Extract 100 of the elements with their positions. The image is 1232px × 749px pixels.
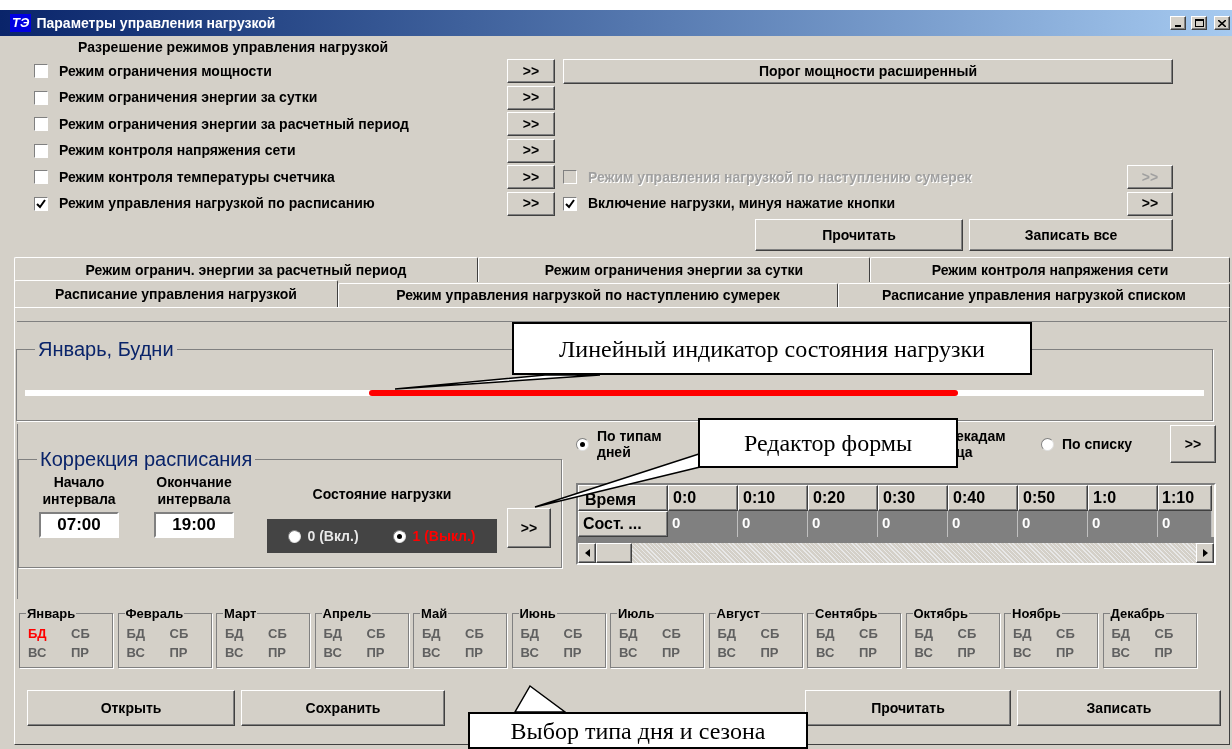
more-button[interactable]: >> bbox=[507, 59, 555, 84]
more-button[interactable]: >> bbox=[1170, 425, 1216, 463]
day-type[interactable]: ПР bbox=[1154, 642, 1190, 662]
checkbox[interactable] bbox=[34, 64, 48, 79]
scroll-right-icon[interactable] bbox=[1196, 543, 1214, 563]
day-type[interactable]: ПР bbox=[71, 642, 106, 662]
scroll-thumb[interactable] bbox=[596, 543, 632, 563]
day-type[interactable]: СБ bbox=[859, 623, 894, 643]
day-type[interactable]: БД bbox=[1013, 623, 1048, 643]
day-type[interactable]: ПР bbox=[859, 642, 894, 662]
table-cell: 0 bbox=[738, 511, 808, 537]
checkbox[interactable] bbox=[34, 170, 48, 185]
day-type[interactable]: ВС bbox=[126, 642, 162, 662]
maximize-icon[interactable] bbox=[1191, 16, 1207, 30]
day-type[interactable]: БД bbox=[323, 623, 359, 643]
day-type[interactable]: ПР bbox=[662, 642, 697, 662]
radio-button[interactable] bbox=[393, 529, 407, 543]
day-type[interactable]: ПР bbox=[563, 642, 599, 662]
checkbox[interactable] bbox=[34, 117, 48, 132]
month-title: Сентябрь bbox=[814, 605, 879, 623]
day-type[interactable]: БД bbox=[914, 623, 950, 643]
day-type[interactable]: СБ bbox=[662, 623, 697, 643]
checkbox[interactable] bbox=[34, 143, 48, 158]
table-cell: 0 bbox=[1088, 511, 1158, 537]
day-type[interactable]: ПР bbox=[1056, 642, 1091, 662]
day-type[interactable]: БД bbox=[619, 623, 654, 643]
day-type[interactable]: СБ bbox=[268, 623, 303, 643]
day-type[interactable]: ПР bbox=[957, 642, 993, 662]
day-type[interactable]: ВС bbox=[1013, 642, 1048, 662]
more-button[interactable]: >> bbox=[507, 191, 555, 216]
time-field[interactable]: 07:00 bbox=[39, 512, 119, 538]
write-button[interactable]: Записать bbox=[1017, 690, 1221, 726]
day-type[interactable]: ВС bbox=[914, 642, 950, 662]
day-type[interactable]: ПР bbox=[268, 642, 303, 662]
day-type[interactable]: БД bbox=[816, 623, 851, 643]
tab[interactable]: Режим огранич. энергии за расчетный период bbox=[14, 257, 478, 282]
more-button[interactable]: >> bbox=[1127, 191, 1173, 216]
month-title: Август bbox=[715, 605, 761, 623]
minimize-icon[interactable] bbox=[1170, 16, 1186, 30]
scroll-left-icon[interactable] bbox=[578, 543, 596, 563]
day-type[interactable]: ВС bbox=[323, 642, 359, 662]
horizontal-scrollbar[interactable] bbox=[578, 543, 1214, 563]
day-type[interactable]: ВС bbox=[520, 642, 556, 662]
month-title: Май bbox=[420, 605, 449, 623]
checkbox[interactable] bbox=[34, 196, 48, 211]
radio-button[interactable] bbox=[288, 529, 302, 543]
day-type[interactable]: СБ bbox=[169, 623, 205, 643]
tab[interactable]: Режим управления нагрузкой по наступлению сумерек bbox=[338, 283, 838, 307]
day-type[interactable]: ПР bbox=[760, 642, 796, 662]
day-type[interactable]: ВС bbox=[816, 642, 851, 662]
open-button[interactable]: Открыть bbox=[27, 690, 235, 726]
day-type[interactable]: ПР bbox=[169, 642, 205, 662]
day-type[interactable]: БД bbox=[225, 623, 260, 643]
day-type[interactable]: СБ bbox=[1154, 623, 1190, 643]
day-type[interactable]: СБ bbox=[465, 623, 500, 643]
tab[interactable]: Расписание управления нагрузкой списком bbox=[838, 283, 1230, 307]
column-header: 0:50 bbox=[1018, 485, 1088, 511]
day-type[interactable]: СБ bbox=[957, 623, 993, 643]
read-button[interactable]: Прочитать bbox=[755, 219, 963, 251]
checkbox[interactable] bbox=[563, 196, 577, 211]
day-type[interactable]: ВС bbox=[225, 642, 260, 662]
column-header: Время bbox=[578, 485, 668, 511]
write-all-button[interactable]: Записать все bbox=[969, 219, 1173, 251]
radio-button[interactable] bbox=[576, 437, 589, 451]
checkbox[interactable] bbox=[34, 90, 48, 105]
radio-button[interactable] bbox=[1041, 437, 1054, 451]
day-type[interactable]: СБ bbox=[563, 623, 599, 643]
day-type[interactable]: СБ bbox=[366, 623, 402, 643]
day-type[interactable]: БД bbox=[28, 623, 63, 643]
day-type[interactable]: ВС bbox=[717, 642, 753, 662]
more-button[interactable]: >> bbox=[507, 85, 555, 110]
day-type[interactable]: ВС bbox=[28, 642, 63, 662]
table-cell: 0 bbox=[1158, 511, 1212, 537]
day-type[interactable]: ВС bbox=[422, 642, 457, 662]
extended-threshold-button[interactable]: Порог мощности расширенный bbox=[563, 58, 1173, 84]
day-type[interactable]: СБ bbox=[1056, 623, 1091, 643]
day-type[interactable]: БД bbox=[1111, 623, 1147, 643]
apply-button[interactable]: >> bbox=[507, 508, 551, 548]
close-icon[interactable] bbox=[1214, 16, 1230, 30]
read-button[interactable]: Прочитать bbox=[805, 690, 1011, 726]
day-type[interactable]: БД bbox=[520, 623, 556, 643]
more-button[interactable]: >> bbox=[507, 138, 555, 163]
day-type[interactable]: СБ bbox=[71, 623, 106, 643]
day-type[interactable]: ВС bbox=[619, 642, 654, 662]
tab[interactable]: Режим ограничения энергии за сутки bbox=[478, 257, 870, 282]
time-field[interactable]: 19:00 bbox=[154, 512, 234, 538]
save-button[interactable]: Сохранить bbox=[241, 690, 445, 726]
day-type[interactable]: СБ bbox=[760, 623, 796, 643]
day-type[interactable]: ПР bbox=[366, 642, 402, 662]
day-type[interactable]: ПР bbox=[465, 642, 500, 662]
column-header: 0:30 bbox=[878, 485, 948, 511]
tab[interactable]: Режим контроля напряжения сети bbox=[870, 257, 1230, 282]
day-type[interactable]: ВС bbox=[1111, 642, 1147, 662]
month-title: Апрель bbox=[321, 605, 373, 623]
more-button[interactable]: >> bbox=[507, 112, 555, 137]
tab[interactable]: Расписание управления нагрузкой bbox=[14, 280, 338, 307]
day-type[interactable]: БД bbox=[422, 623, 457, 643]
more-button[interactable]: >> bbox=[507, 165, 555, 190]
day-type[interactable]: БД bbox=[717, 623, 753, 643]
day-type[interactable]: БД bbox=[126, 623, 162, 643]
